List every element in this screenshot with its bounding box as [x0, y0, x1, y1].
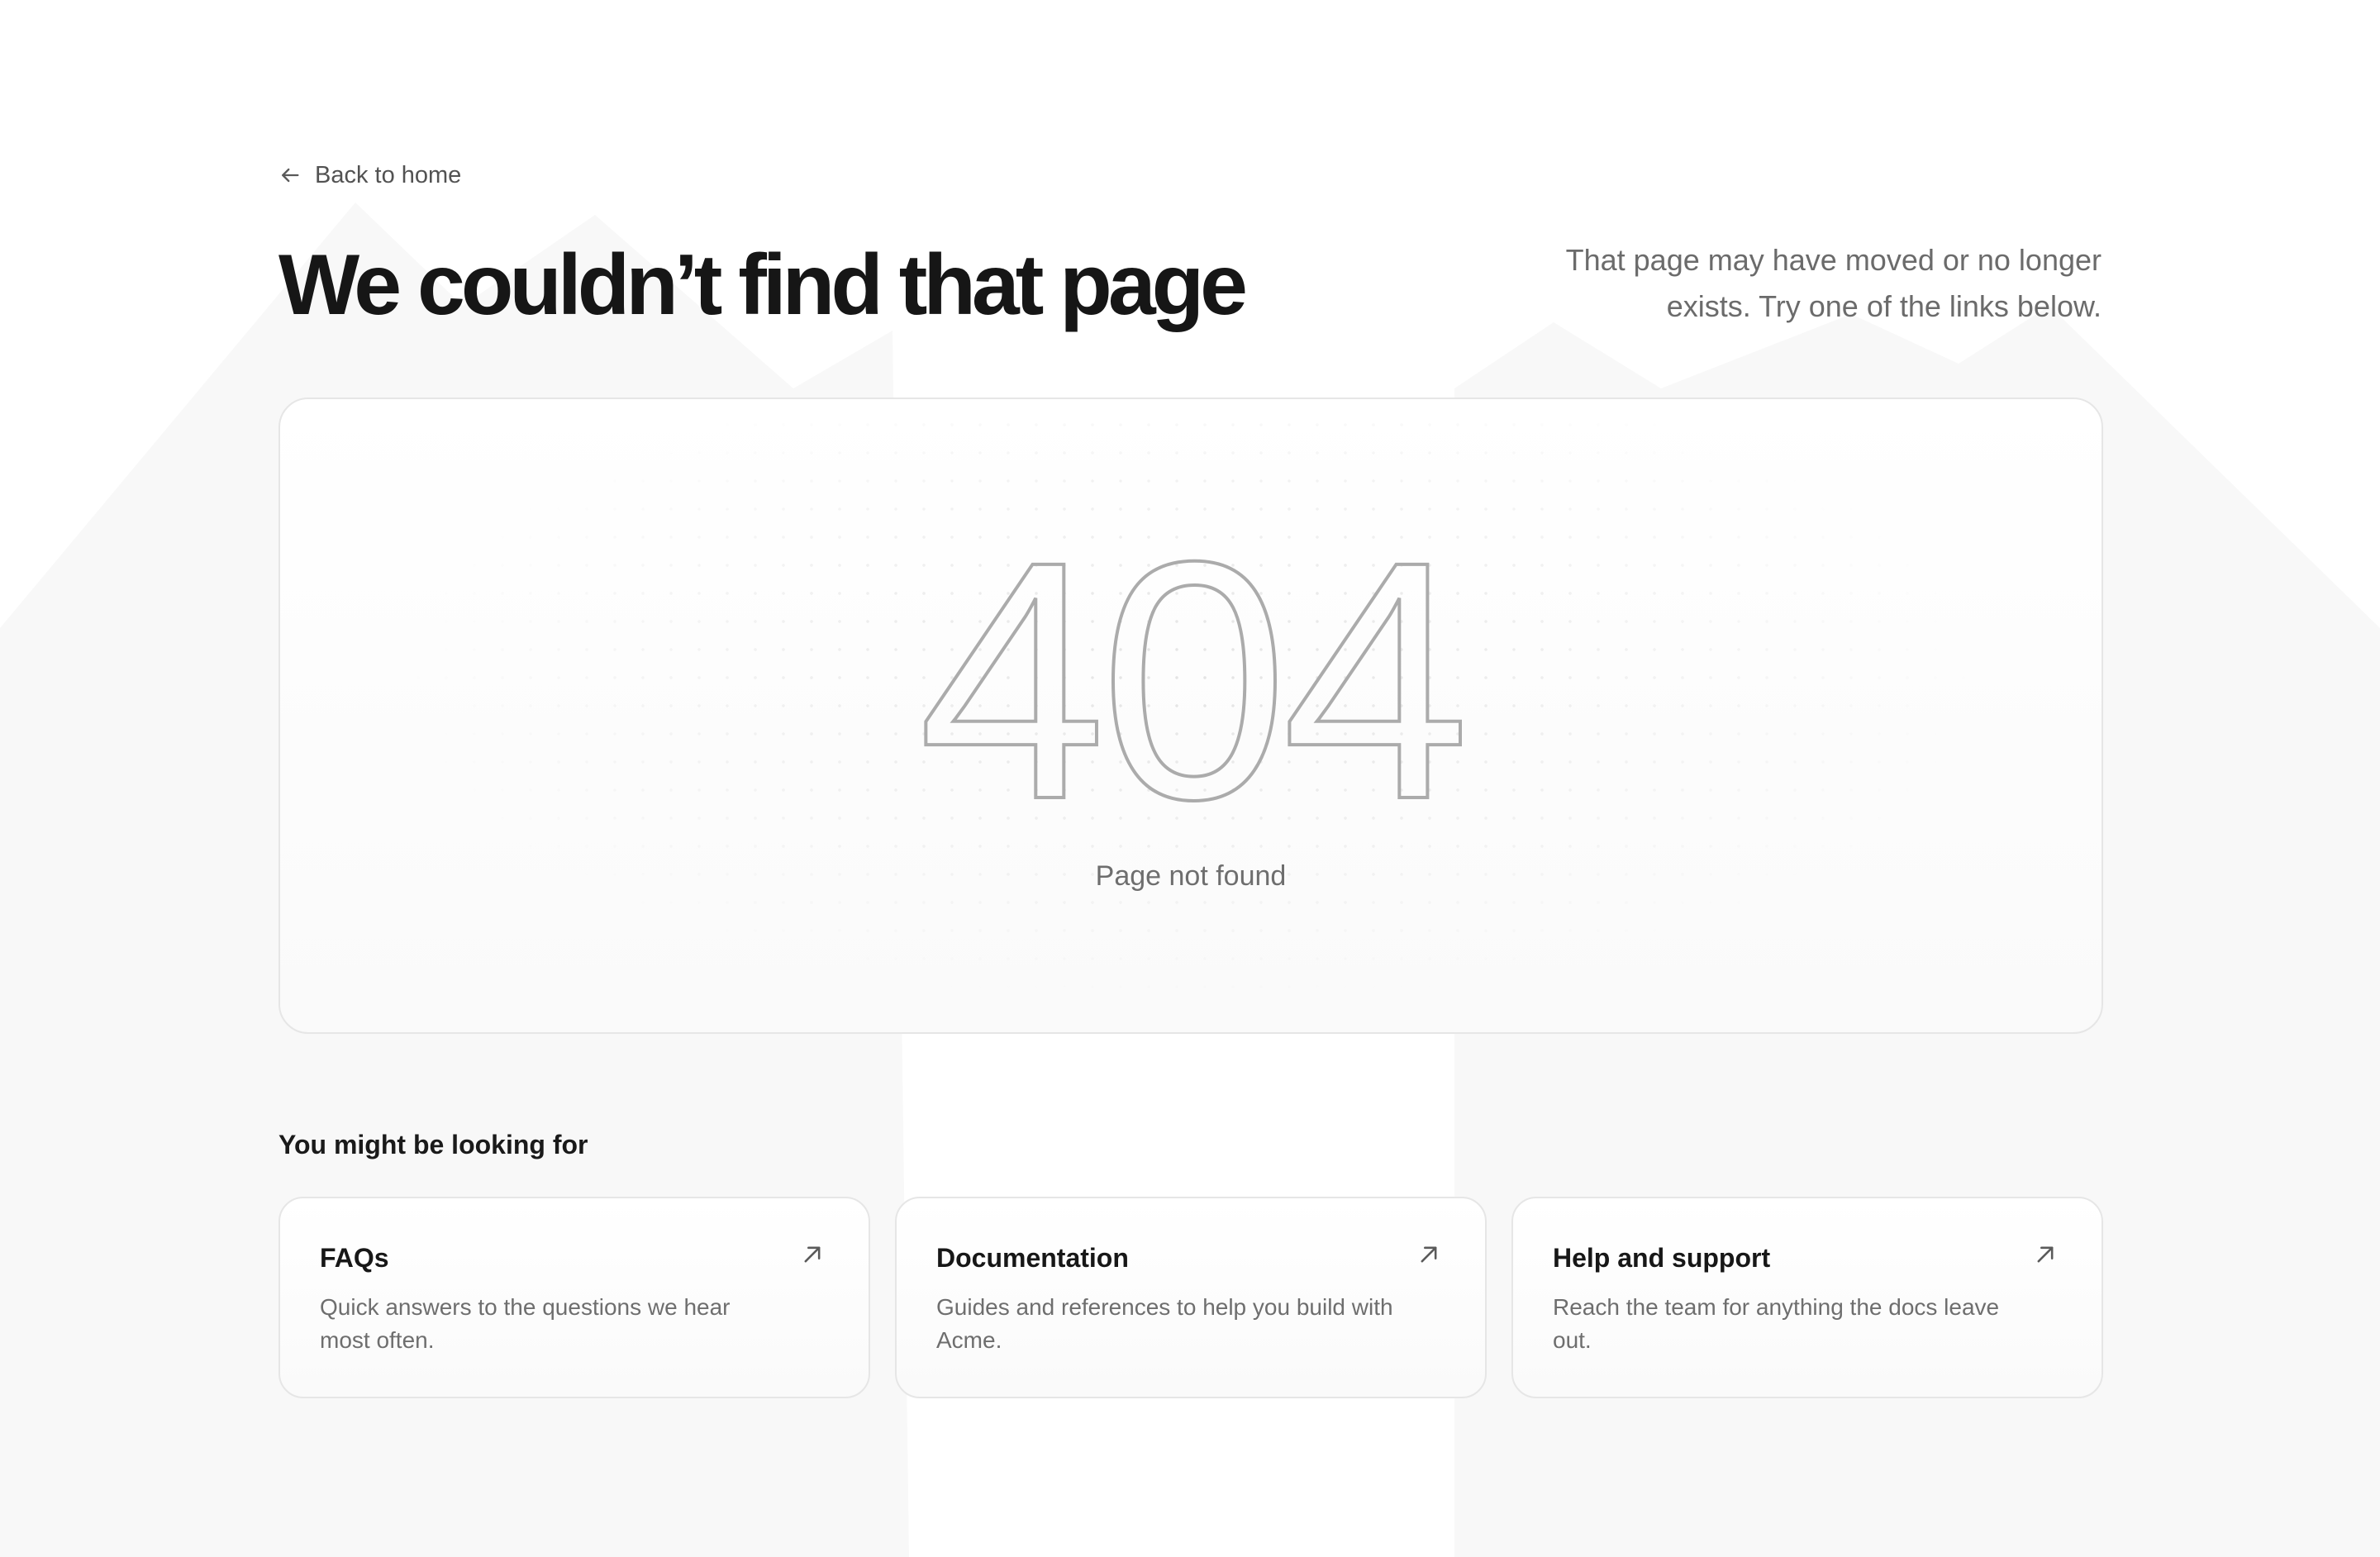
faqs-card[interactable]: FAQs Quick answers to the questions we h…	[278, 1197, 870, 1398]
card-title: Documentation	[936, 1243, 1129, 1273]
page-not-found-caption: Page not found	[1095, 860, 1287, 892]
card-description: Reach the team for anything the docs lea…	[1553, 1294, 2000, 1353]
error-code-digits: 404	[918, 555, 1464, 819]
arrow-up-right-icon	[1421, 1246, 1437, 1263]
page-subtitle: That page may have moved or no longer ex…	[1565, 243, 2102, 323]
suggestion-cards: FAQs Quick answers to the questions we h…	[278, 1197, 2103, 1398]
error-hero-card: 404 Page not found	[278, 398, 2103, 1034]
card-title: Help and support	[1553, 1243, 1771, 1273]
card-description: Quick answers to the questions we hear m…	[320, 1294, 731, 1353]
card-description: Guides and references to help you build …	[936, 1294, 1393, 1353]
arrow-left-icon	[282, 168, 299, 183]
help-and-support-card[interactable]: Help and support Reach the team for anyt…	[1511, 1197, 2103, 1398]
card-title: FAQs	[320, 1243, 389, 1273]
back-to-home-link[interactable]: Back to home	[278, 155, 461, 195]
arrow-up-right-icon	[2037, 1246, 2054, 1263]
suggestions-heading: You might be looking for	[278, 1130, 588, 1159]
arrow-up-right-icon	[804, 1246, 821, 1263]
error-code-outline: 404	[916, 555, 1472, 819]
documentation-card[interactable]: Documentation Guides and references to h…	[895, 1197, 1487, 1398]
back-to-home-label: Back to home	[315, 161, 462, 188]
not-found-page: Back to home We couldn’t find that page …	[278, 0, 2103, 1557]
page-title: We couldn’t find that page	[278, 237, 1248, 333]
